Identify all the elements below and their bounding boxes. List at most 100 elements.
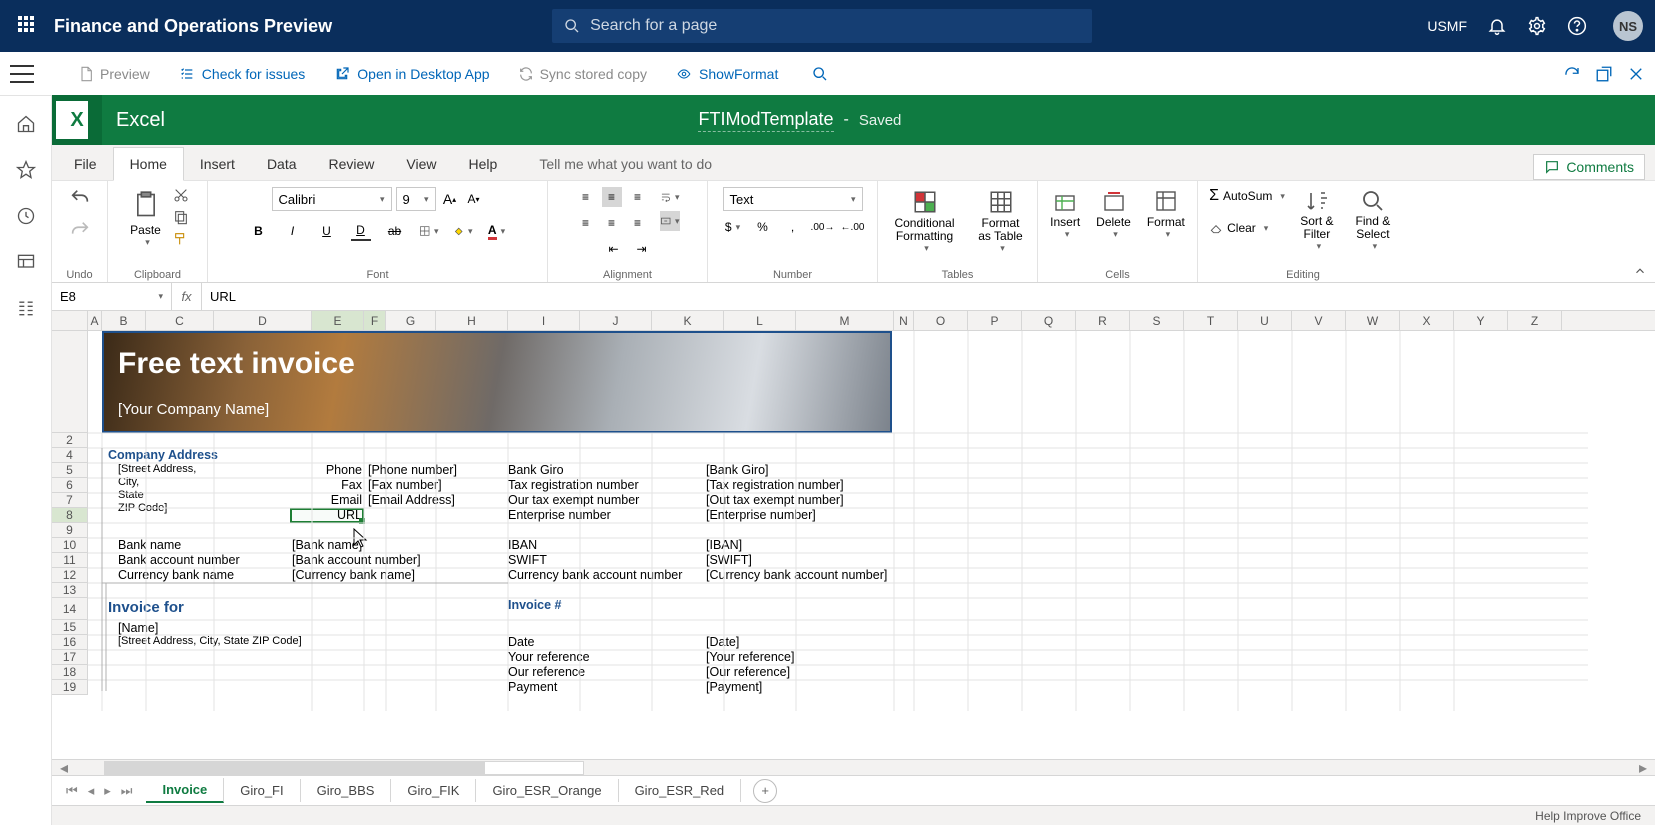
grow-font-icon[interactable]: A▴ bbox=[440, 189, 460, 209]
number-format-select[interactable]: Text bbox=[723, 187, 863, 211]
col-p[interactable]: P bbox=[968, 311, 1022, 330]
col-f[interactable]: F bbox=[364, 311, 386, 330]
col-j[interactable]: J bbox=[580, 311, 652, 330]
row-17[interactable]: 17 bbox=[52, 650, 87, 665]
document-name[interactable]: FTIModTemplate bbox=[698, 109, 833, 132]
col-u[interactable]: U bbox=[1238, 311, 1292, 330]
decrease-indent-icon[interactable]: ⇤ bbox=[604, 239, 624, 259]
align-right-icon[interactable]: ≡ bbox=[628, 213, 648, 233]
format-as-table-button[interactable]: Format as Table bbox=[972, 187, 1030, 256]
row-5[interactable]: 5 bbox=[52, 463, 87, 478]
toolbar-search-button[interactable] bbox=[812, 66, 828, 82]
add-sheet-button[interactable]: + bbox=[753, 779, 777, 803]
row-1[interactable] bbox=[52, 331, 87, 433]
bold-button[interactable]: B bbox=[249, 221, 269, 241]
tab-data[interactable]: Data bbox=[251, 148, 313, 180]
clear-button[interactable]: Clear bbox=[1209, 221, 1268, 235]
star-icon[interactable] bbox=[16, 160, 36, 180]
popout-icon[interactable] bbox=[1595, 65, 1613, 83]
sheet-tab-giro-esr-red[interactable]: Giro_ESR_Red bbox=[619, 779, 742, 802]
col-r[interactable]: R bbox=[1076, 311, 1130, 330]
sheet-tab-giro-esr-orange[interactable]: Giro_ESR_Orange bbox=[476, 779, 618, 802]
col-e[interactable]: E bbox=[312, 311, 364, 330]
col-o[interactable]: O bbox=[914, 311, 968, 330]
col-c[interactable]: C bbox=[146, 311, 214, 330]
spreadsheet[interactable]: A B C D E F G H I J K L M N O P Q R S T bbox=[52, 311, 1655, 759]
row-11[interactable]: 11 bbox=[52, 553, 87, 568]
shrink-font-icon[interactable]: A▾ bbox=[464, 189, 484, 209]
strikethrough-button[interactable]: ab bbox=[385, 221, 405, 241]
col-d[interactable]: D bbox=[214, 311, 312, 330]
row-2[interactable]: 2 bbox=[52, 433, 87, 448]
show-format-button[interactable]: ShowFormat bbox=[675, 66, 778, 82]
align-left-icon[interactable]: ≡ bbox=[576, 213, 596, 233]
increase-decimal-icon[interactable]: .00→ bbox=[813, 217, 833, 237]
font-size-select[interactable]: 9 bbox=[396, 187, 436, 211]
col-z[interactable]: Z bbox=[1508, 311, 1562, 330]
paste-button[interactable]: Paste bbox=[126, 187, 165, 250]
fx-icon[interactable]: fx bbox=[172, 283, 202, 310]
preview-button[interactable]: Preview bbox=[78, 64, 150, 84]
d365-search[interactable]: Search for a page bbox=[552, 9, 1092, 43]
decrease-decimal-icon[interactable]: ←.00 bbox=[843, 217, 863, 237]
row-12[interactable]: 12 bbox=[52, 568, 87, 583]
help-icon[interactable] bbox=[1567, 16, 1587, 36]
row-13[interactable]: 13 bbox=[52, 583, 87, 598]
refresh-icon[interactable] bbox=[1563, 65, 1581, 83]
sort-filter-button[interactable]: Sort & Filter bbox=[1293, 187, 1341, 254]
modules-icon[interactable] bbox=[16, 298, 36, 318]
font-name-select[interactable]: Calibri bbox=[272, 187, 392, 211]
help-improve-link[interactable]: Help Improve Office bbox=[1535, 809, 1641, 823]
tab-nav-next-icon[interactable]: ▸ bbox=[104, 783, 111, 799]
tab-nav-first-icon[interactable]: ⏮ bbox=[66, 783, 78, 799]
font-color-button[interactable]: A bbox=[487, 221, 507, 241]
open-desktop-button[interactable]: Open in Desktop App bbox=[333, 66, 489, 82]
col-b[interactable]: B bbox=[102, 311, 146, 330]
select-all-corner[interactable] bbox=[52, 311, 88, 330]
merge-button[interactable] bbox=[660, 211, 680, 231]
row-10[interactable]: 10 bbox=[52, 538, 87, 553]
workspace-icon[interactable] bbox=[16, 252, 36, 272]
col-v[interactable]: V bbox=[1292, 311, 1346, 330]
tab-view[interactable]: View bbox=[390, 148, 452, 180]
clock-icon[interactable] bbox=[16, 206, 36, 226]
autosum-button[interactable]: Σ AutoSum bbox=[1209, 187, 1285, 205]
format-painter-icon[interactable] bbox=[173, 231, 189, 247]
col-q[interactable]: Q bbox=[1022, 311, 1076, 330]
row-6[interactable]: 6 bbox=[52, 478, 87, 493]
collapse-ribbon-icon[interactable] bbox=[1633, 264, 1647, 278]
tab-insert[interactable]: Insert bbox=[184, 148, 251, 180]
col-n[interactable]: N bbox=[894, 311, 914, 330]
tab-review[interactable]: Review bbox=[313, 148, 391, 180]
col-s[interactable]: S bbox=[1130, 311, 1184, 330]
scroll-thumb[interactable] bbox=[105, 762, 485, 774]
user-avatar[interactable]: NS bbox=[1613, 11, 1643, 41]
row-15[interactable]: 15 bbox=[52, 620, 87, 635]
col-l[interactable]: L bbox=[724, 311, 796, 330]
gear-icon[interactable] bbox=[1527, 16, 1547, 36]
col-w[interactable]: W bbox=[1346, 311, 1400, 330]
percent-button[interactable]: % bbox=[753, 217, 773, 237]
align-center-icon[interactable]: ≡ bbox=[602, 213, 622, 233]
col-a[interactable]: A bbox=[88, 311, 102, 330]
col-m[interactable]: M bbox=[796, 311, 894, 330]
home-icon[interactable] bbox=[16, 114, 36, 134]
wrap-text-button[interactable] bbox=[660, 187, 680, 207]
col-i[interactable]: I bbox=[508, 311, 580, 330]
align-top-center-icon[interactable]: ≡ bbox=[602, 187, 622, 207]
col-h[interactable]: H bbox=[436, 311, 508, 330]
sheet-tab-giro-fi[interactable]: Giro_FI bbox=[224, 779, 300, 802]
col-y[interactable]: Y bbox=[1454, 311, 1508, 330]
fill-color-button[interactable] bbox=[453, 221, 473, 241]
sheet-tab-giro-bbs[interactable]: Giro_BBS bbox=[301, 779, 392, 802]
col-k[interactable]: K bbox=[652, 311, 724, 330]
tab-home[interactable]: Home bbox=[113, 147, 184, 181]
align-top-left-icon[interactable]: ≡ bbox=[576, 187, 596, 207]
increase-indent-icon[interactable]: ⇥ bbox=[632, 239, 652, 259]
cut-icon[interactable] bbox=[173, 187, 189, 203]
row-7[interactable]: 7 bbox=[52, 493, 87, 508]
comma-button[interactable]: , bbox=[783, 217, 803, 237]
row-9[interactable]: 9 bbox=[52, 523, 87, 538]
insert-cells-button[interactable]: Insert bbox=[1046, 187, 1084, 242]
bell-icon[interactable] bbox=[1487, 16, 1507, 36]
